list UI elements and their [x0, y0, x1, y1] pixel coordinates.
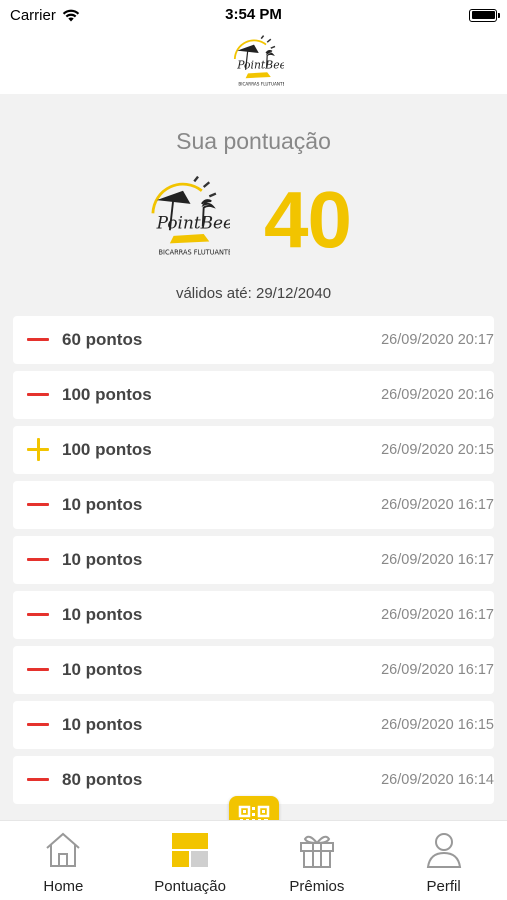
history-row[interactable]: 100 pontos 26/09/2020 20:15: [13, 426, 494, 474]
minus-icon: [26, 768, 50, 792]
minus-icon: [26, 548, 50, 572]
history-date: 26/09/2020 16:17: [381, 662, 494, 678]
plus-icon: [26, 438, 50, 462]
score-screen: Sua pontuação PointBeer BICARRAS FLUTUAN…: [0, 94, 507, 820]
valid-until: válidos até: 29/12/2040: [175, 285, 332, 302]
points-history-list[interactable]: 60 pontos 26/09/2020 20:17 100 pontos 26/09…: [13, 316, 494, 811]
tab-pontuacao[interactable]: Pontuação: [127, 821, 254, 900]
history-date: 26/09/2020 20:15: [381, 442, 494, 458]
history-row[interactable]: 10 pontos 26/09/2020 16:17: [13, 481, 494, 529]
history-date: 26/09/2020 16:17: [381, 497, 494, 513]
tab-perfil-label: Perfil: [426, 878, 461, 895]
tab-perfil[interactable]: Perfil: [380, 821, 507, 900]
tab-premios[interactable]: Prêmios: [254, 821, 381, 900]
minus-icon: [26, 713, 50, 737]
history-points: 100 pontos: [62, 385, 152, 404]
tab-home-label: Home: [43, 878, 84, 895]
minus-icon: [26, 658, 50, 682]
history-row[interactable]: 10 pontos 26/09/2020 16:17: [13, 591, 494, 639]
history-date: 26/09/2020 16:17: [381, 552, 494, 568]
history-row[interactable]: 10 pontos 26/09/2020 16:15: [13, 701, 494, 749]
history-points: 80 pontos: [62, 770, 143, 789]
minus-icon: [26, 383, 50, 407]
history-points: 10 pontos: [62, 550, 143, 569]
history-date: 26/09/2020 16:15: [381, 717, 494, 733]
status-bar: Carrier 3:54 PM: [0, 0, 507, 30]
home-icon: [46, 832, 81, 867]
score-icon: [172, 833, 209, 867]
history-row[interactable]: 100 pontos 26/09/2020 20:16: [13, 371, 494, 419]
svg-text:BICARRAS FLUTUANTE: BICARRAS FLUTUANTE: [159, 249, 230, 257]
history-points: 10 pontos: [62, 715, 143, 734]
brand-logo-small: PointBeer BICARRAS FLUTUANTE: [233, 35, 284, 86]
tab-home[interactable]: Home: [0, 821, 127, 900]
history-row[interactable]: 60 pontos 26/09/2020 20:17: [13, 316, 494, 364]
score-value: 40: [264, 175, 352, 264]
battery-icon: [469, 8, 500, 22]
brand-logo: PointBeer BICARRAS FLUTUANTE: [151, 175, 230, 257]
minus-icon: [26, 328, 50, 352]
history-points: 10 pontos: [62, 605, 143, 624]
status-time: 3:54 PM: [225, 6, 282, 23]
profile-icon: [426, 833, 461, 868]
history-date: 26/09/2020 16:14: [381, 772, 494, 788]
history-date: 26/09/2020 20:16: [381, 387, 494, 403]
score-title: Sua pontuação: [176, 128, 331, 154]
history-row[interactable]: 10 pontos 26/09/2020 16:17: [13, 536, 494, 584]
minus-icon: [26, 603, 50, 627]
history-date: 26/09/2020 16:17: [381, 607, 494, 623]
history-points: 60 pontos: [62, 330, 143, 349]
history-date: 26/09/2020 20:17: [381, 332, 494, 348]
tab-premios-label: Prêmios: [289, 878, 345, 895]
gift-icon: [299, 835, 334, 868]
tab-pontuacao-label: Pontuação: [154, 878, 226, 895]
history-points: 100 pontos: [62, 440, 152, 459]
svg-text:PointBeer: PointBeer: [156, 212, 230, 232]
history-row[interactable]: 10 pontos 26/09/2020 16:17: [13, 646, 494, 694]
history-points: 10 pontos: [62, 660, 143, 679]
nav-bar: PointBeer BICARRAS FLUTUANTE: [0, 30, 507, 94]
history-points: 10 pontos: [62, 495, 143, 514]
minus-icon: [26, 493, 50, 517]
tab-bar: Home Pontuação Prêmios Perfil: [0, 820, 507, 900]
svg-text:PointBeer: PointBeer: [236, 59, 284, 72]
svg-text:BICARRAS FLUTUANTE: BICARRAS FLUTUANTE: [238, 81, 284, 86]
